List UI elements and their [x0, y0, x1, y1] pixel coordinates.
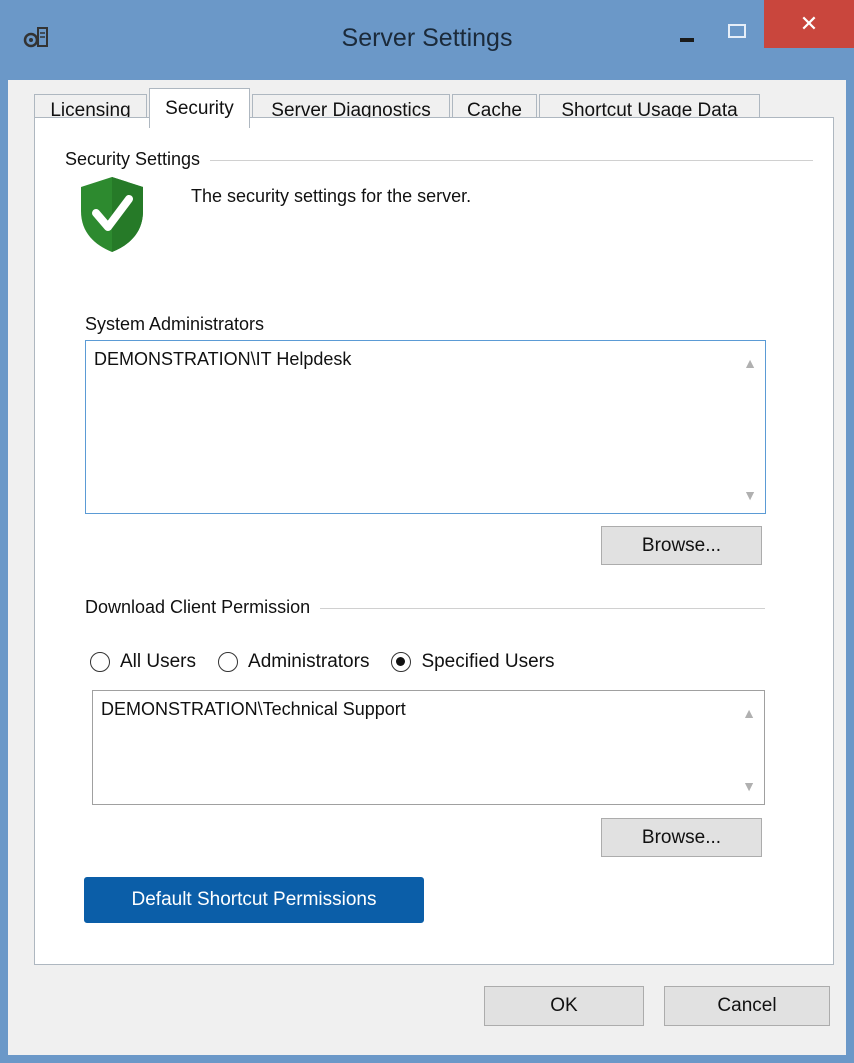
security-group-title: Security Settings [65, 149, 211, 170]
scroll-down-icon[interactable]: ▼ [742, 778, 756, 794]
shield-check-icon [81, 177, 143, 252]
download-group-title: Download Client Permission [85, 597, 321, 618]
radio-administrators[interactable]: Administrators [218, 651, 369, 673]
window-title: Server Settings [341, 24, 513, 52]
title-bar[interactable]: Server Settings ✕ [0, 0, 854, 80]
specified-users-list[interactable]: DEMONSTRATION\Technical Support ▲ ▼ [92, 690, 765, 805]
server-settings-window: Server Settings ✕ Licensing Security Ser… [0, 0, 854, 1063]
browse-administrators-button[interactable]: Browse... [601, 526, 762, 565]
scroll-up-icon[interactable]: ▲ [743, 355, 757, 371]
close-icon: ✕ [799, 11, 819, 36]
radio-all-users[interactable]: All Users [90, 651, 196, 673]
system-administrators-list[interactable]: DEMONSTRATION\IT Helpdesk ▲ ▼ [85, 340, 766, 514]
close-button[interactable]: ✕ [764, 0, 854, 48]
radio-specified-users[interactable]: Specified Users [391, 651, 555, 673]
radio-label: Administrators [248, 651, 370, 672]
radio-label: Specified Users [421, 651, 555, 672]
tab-security[interactable]: Security [149, 88, 250, 128]
radio-button[interactable] [90, 652, 110, 672]
system-administrators-label: System Administrators [85, 314, 265, 334]
download-permission-radio-group: All Users Administrators Specified Users [90, 651, 577, 673]
security-description: The security settings for the server. [191, 186, 472, 206]
cancel-button[interactable]: Cancel [664, 986, 830, 1026]
dialog-client-area: Licensing Security Server Diagnostics Ca… [8, 80, 846, 1055]
list-item[interactable]: DEMONSTRATION\IT Helpdesk [94, 349, 351, 370]
tab-label: Security [165, 97, 234, 119]
scroll-down-icon[interactable]: ▼ [743, 487, 757, 503]
default-shortcut-permissions-button[interactable]: Default Shortcut Permissions [84, 877, 424, 923]
maximize-button[interactable] [728, 24, 746, 38]
radio-button[interactable] [218, 652, 239, 672]
list-item[interactable]: DEMONSTRATION\Technical Support [101, 699, 406, 720]
radio-label: All Users [120, 651, 197, 672]
minimize-button[interactable] [680, 38, 694, 42]
radio-button-selected[interactable] [391, 652, 412, 672]
browse-specified-users-button[interactable]: Browse... [601, 818, 762, 857]
security-tab-panel: Security Settings The security settings … [34, 117, 834, 965]
scroll-up-icon[interactable]: ▲ [742, 705, 756, 721]
ok-button[interactable]: OK [484, 986, 644, 1026]
